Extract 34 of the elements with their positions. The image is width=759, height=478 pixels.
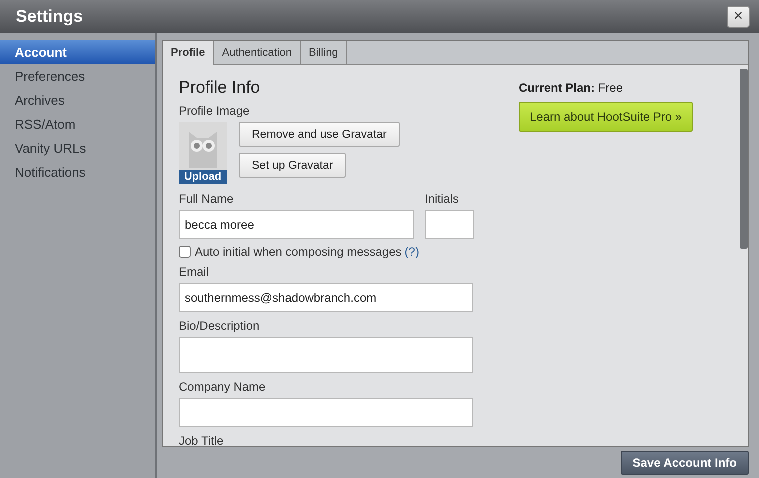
tab[interactable]: Billing	[300, 41, 348, 64]
input-field[interactable]	[179, 398, 473, 427]
gravatar-button[interactable]: Remove and use Gravatar	[239, 122, 400, 147]
field-label: Email	[179, 265, 210, 279]
field-label: Bio/Description	[179, 319, 261, 333]
close-button[interactable]: ×	[727, 6, 750, 28]
field-label: Company Name	[179, 380, 267, 394]
help-link[interactable]: (?)	[404, 245, 420, 259]
tab[interactable]: Profile	[163, 41, 214, 65]
sidebar-item[interactable]: RSS/Atom	[0, 112, 155, 136]
gravatar-button[interactable]: Set up Gravatar	[239, 153, 346, 178]
checkbox[interactable]	[179, 246, 191, 258]
upgrade-button[interactable]: Learn about HootSuite Pro »	[519, 102, 694, 132]
scrollbar-thumb[interactable]	[740, 69, 748, 249]
section-heading: Profile Info	[179, 78, 262, 98]
window-title: Settings	[16, 6, 84, 26]
upload-button[interactable]: Upload	[179, 170, 227, 184]
text-area[interactable]	[179, 337, 473, 373]
tab[interactable]: Authentication	[214, 41, 301, 64]
input-field[interactable]	[425, 210, 474, 239]
save-button[interactable]: Save Account Info	[620, 451, 749, 475]
sidebar-item[interactable]: Notifications	[0, 160, 155, 184]
field-label: Job Title	[179, 434, 225, 446]
sidebar-item[interactable]: Vanity URLs	[0, 136, 155, 160]
field-label: Initials	[425, 192, 460, 206]
plan-text: Current Plan: Free	[519, 81, 624, 95]
input-field[interactable]: becca moree	[179, 210, 414, 239]
input-field[interactable]: southernmess@shadowbranch.com	[179, 283, 473, 312]
sidebar-item[interactable]: Account	[0, 40, 155, 64]
checkbox-label: Auto initial when composing messages	[195, 245, 402, 259]
sidebar-item[interactable]: Archives	[0, 88, 155, 112]
field-label: Profile Image	[179, 104, 251, 118]
field-label: Full Name	[179, 192, 235, 206]
sidebar-item[interactable]: Preferences	[0, 64, 155, 88]
